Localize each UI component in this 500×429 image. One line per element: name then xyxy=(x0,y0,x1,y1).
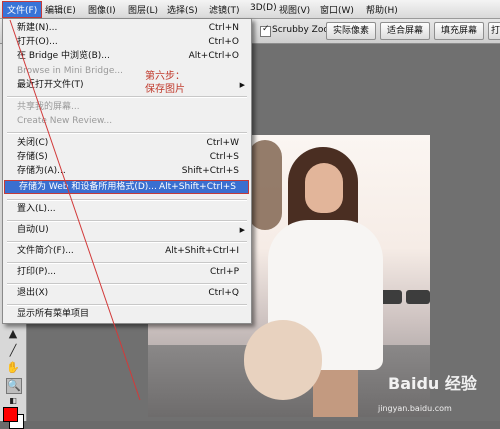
baidu-watermark: Baidu 经验 xyxy=(388,374,477,393)
watermark-url: jingyan.baidu.com xyxy=(378,404,452,413)
annotation-arrow xyxy=(9,19,141,401)
